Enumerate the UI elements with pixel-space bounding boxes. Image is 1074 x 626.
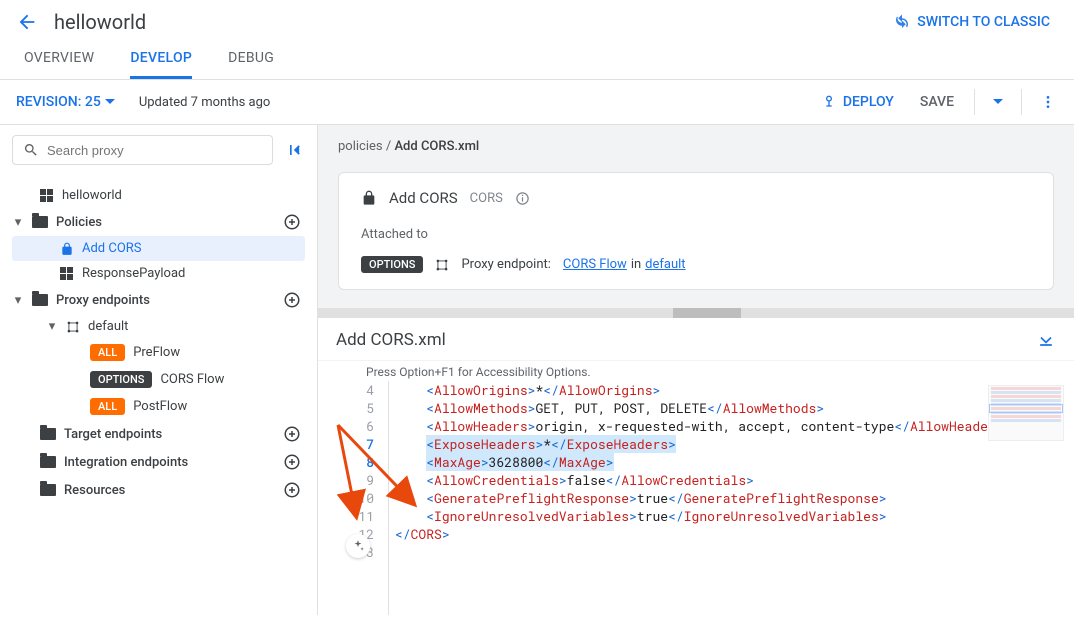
policy-icon [60, 267, 74, 281]
ai-assist-button[interactable] [346, 534, 370, 558]
lock-icon [361, 190, 377, 206]
tab-overview[interactable]: OVERVIEW [24, 38, 94, 79]
editor-filename: Add CORS.xml [336, 330, 446, 350]
tree-resources[interactable]: Resources [12, 476, 305, 504]
back-arrow-icon[interactable] [16, 11, 38, 33]
tree-policy-response-payload[interactable]: ResponsePayload [12, 261, 305, 286]
tree-flow-postflow[interactable]: ALL PostFlow [12, 393, 305, 420]
folder-icon [32, 216, 48, 228]
chevron-down-icon: ▾ [12, 293, 24, 308]
save-button[interactable]: SAVE [908, 88, 966, 116]
more-menu-button[interactable] [1030, 88, 1066, 116]
a11y-hint: Press Option+F1 for Accessibility Option… [318, 361, 1074, 381]
chevron-down-icon: ▾ [12, 215, 24, 230]
main-tabs: OVERVIEW DEVELOP DEBUG [0, 38, 1074, 80]
endpoint-label: Proxy endpoint: [461, 257, 550, 272]
updated-timestamp: Updated 7 months ago [139, 95, 271, 110]
tree-target-endpoints[interactable]: Target endpoints [12, 420, 305, 448]
folder-icon [40, 484, 56, 496]
revision-label: REVISION: 25 [16, 94, 101, 110]
tab-debug[interactable]: DEBUG [228, 38, 274, 79]
method-badge-options: OPTIONS [361, 256, 423, 273]
default-link[interactable]: default [645, 257, 685, 272]
tree-root[interactable]: helloworld [12, 183, 305, 208]
proxy-name: helloworld [54, 10, 146, 34]
toolbar-divider [974, 89, 975, 115]
policy-card: Add CORS CORS Attached to OPTIONS Proxy … [338, 172, 1054, 290]
tree-flow-cors[interactable]: OPTIONS CORS Flow [12, 366, 305, 393]
endpoint-icon [66, 320, 80, 334]
policy-type: CORS [470, 191, 503, 206]
folder-icon [40, 428, 56, 440]
add-resource-button[interactable] [283, 481, 305, 499]
endpoint-icon [435, 258, 449, 272]
folder-icon [40, 456, 56, 468]
add-policy-button[interactable] [283, 213, 305, 231]
search-icon [23, 142, 39, 158]
minimap[interactable] [988, 385, 1064, 441]
save-dropdown[interactable] [983, 91, 1013, 113]
collapse-sidebar-icon[interactable] [285, 140, 305, 160]
collapse-editor-icon[interactable] [1036, 330, 1056, 350]
revision-selector[interactable]: REVISION: 25 [16, 94, 115, 110]
add-integration-endpoint-button[interactable] [283, 453, 305, 471]
add-proxy-endpoint-button[interactable] [283, 291, 305, 309]
policy-name: Add CORS [389, 189, 458, 207]
toolbar-divider [1021, 89, 1022, 115]
lock-icon [60, 242, 74, 256]
tab-develop[interactable]: DEVELOP [130, 38, 192, 79]
tree-policies[interactable]: ▾ Policies [12, 208, 305, 236]
proxy-icon [40, 189, 54, 203]
horizontal-scrollbar[interactable] [318, 308, 1074, 318]
search-proxy-input-wrap[interactable] [12, 135, 273, 165]
folder-icon [32, 294, 48, 306]
info-icon[interactable] [515, 191, 530, 206]
add-target-endpoint-button[interactable] [283, 425, 305, 443]
switch-to-classic-label: SWITCH TO CLASSIC [917, 14, 1050, 30]
tree-policy-add-cors[interactable]: Add CORS [12, 236, 305, 261]
attached-to-label: Attached to [361, 227, 1031, 242]
deploy-label: DEPLOY [843, 94, 894, 110]
breadcrumb: policies / Add CORS.xml [318, 125, 1074, 168]
method-badge-all: ALL [90, 398, 125, 415]
deploy-button[interactable]: DEPLOY [811, 88, 904, 116]
chevron-down-icon: ▾ [46, 319, 58, 334]
method-badge-options: OPTIONS [90, 371, 152, 388]
search-proxy-input[interactable] [47, 143, 262, 158]
tree-integration-endpoints[interactable]: Integration endpoints [12, 448, 305, 476]
tree-flow-preflow[interactable]: ALL PreFlow [12, 339, 305, 366]
switch-to-classic-button[interactable]: SWITCH TO CLASSIC [893, 13, 1050, 31]
tree-endpoint-default[interactable]: ▾ default [12, 314, 305, 339]
method-badge-all: ALL [90, 344, 125, 361]
flow-link[interactable]: CORS Flow [563, 257, 627, 272]
tree-proxy-endpoints[interactable]: ▾ Proxy endpoints [12, 286, 305, 314]
code-editor[interactable]: 45678910111213 <AllowOrigins>*</AllowOri… [318, 381, 1074, 615]
